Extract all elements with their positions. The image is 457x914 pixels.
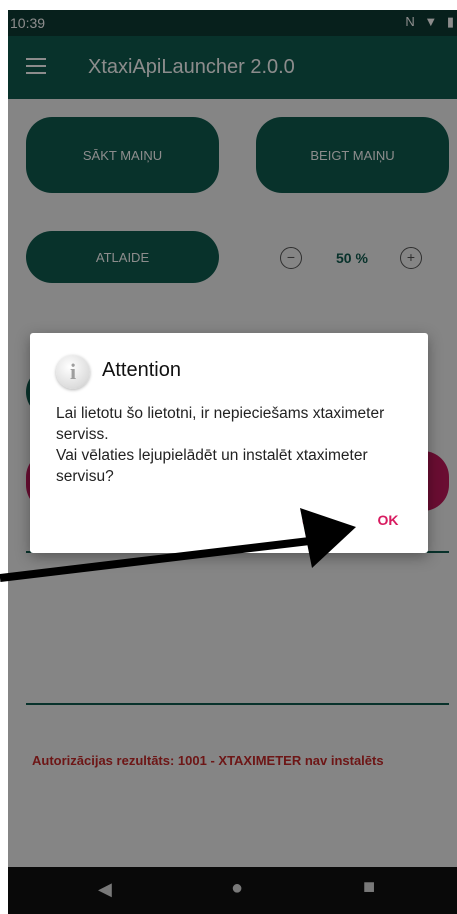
pointer-arrow-icon (0, 508, 356, 582)
